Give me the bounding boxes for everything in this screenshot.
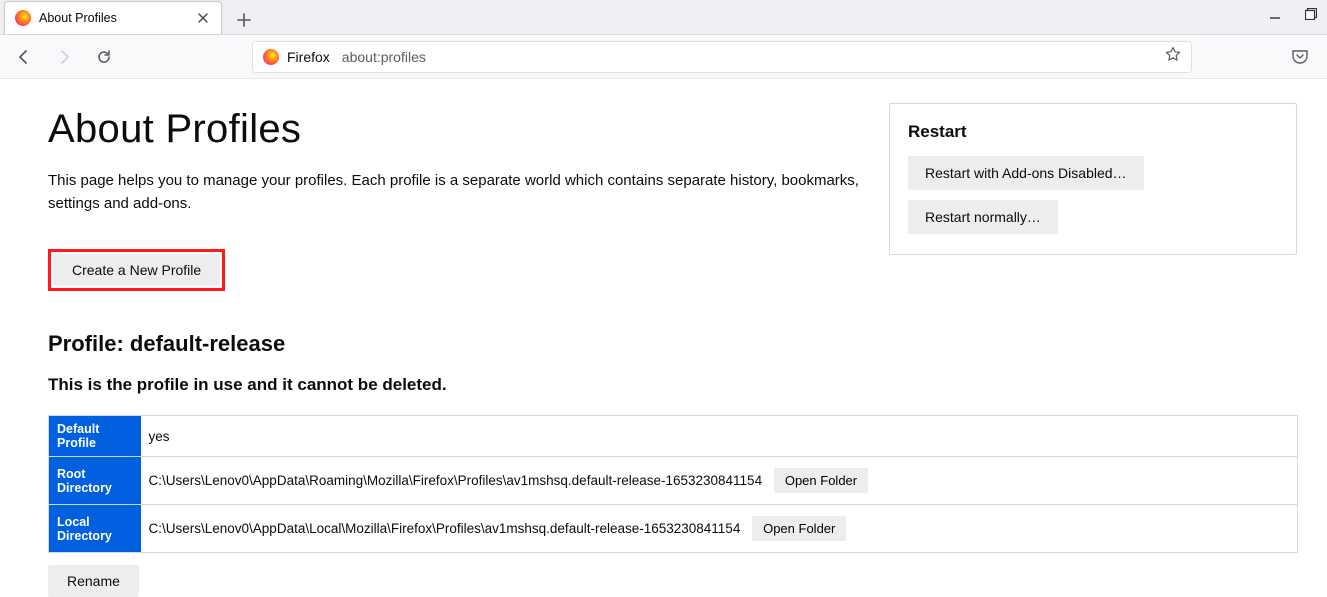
open-root-folder-button[interactable]: Open Folder bbox=[774, 468, 868, 493]
page-content: About Profiles This page helps you to ma… bbox=[0, 79, 1327, 597]
local-directory-label: Local Directory bbox=[49, 505, 141, 553]
restart-panel: Restart Restart with Add-ons Disabled… R… bbox=[889, 103, 1297, 255]
tab-bar: About Profiles bbox=[0, 0, 1327, 35]
back-button[interactable] bbox=[10, 43, 38, 71]
restart-normally-button[interactable]: Restart normally… bbox=[908, 200, 1058, 234]
restore-icon[interactable] bbox=[1303, 6, 1319, 22]
default-profile-value: yes bbox=[141, 416, 1298, 457]
toolbar: Firefox bbox=[0, 35, 1327, 79]
create-profile-highlight: Create a New Profile bbox=[48, 249, 225, 291]
table-row: Local Directory C:\Users\Lenov0\AppData\… bbox=[49, 505, 1298, 553]
firefox-icon bbox=[15, 10, 31, 26]
create-profile-button[interactable]: Create a New Profile bbox=[53, 254, 220, 286]
window-controls bbox=[1267, 6, 1319, 22]
url-bar[interactable]: Firefox bbox=[252, 41, 1192, 73]
restart-heading: Restart bbox=[908, 122, 1278, 142]
table-row: Default Profile yes bbox=[49, 416, 1298, 457]
minimize-icon[interactable] bbox=[1267, 6, 1283, 22]
profile-in-use-text: This is the profile in use and it cannot… bbox=[48, 375, 1327, 395]
reload-button[interactable] bbox=[90, 43, 118, 71]
profile-name: default-release bbox=[130, 331, 285, 356]
profile-heading: Profile: default-release bbox=[48, 331, 1327, 357]
bookmark-star-icon[interactable] bbox=[1165, 46, 1181, 67]
url-brand: Firefox bbox=[287, 49, 330, 65]
root-directory-value: C:\Users\Lenov0\AppData\Roaming\Mozilla\… bbox=[149, 473, 763, 488]
close-icon[interactable] bbox=[195, 10, 211, 26]
pocket-icon[interactable] bbox=[1291, 48, 1309, 66]
forward-button[interactable] bbox=[50, 43, 78, 71]
firefox-icon bbox=[263, 49, 279, 65]
restart-addons-disabled-button[interactable]: Restart with Add-ons Disabled… bbox=[908, 156, 1144, 190]
root-directory-label: Root Directory bbox=[49, 457, 141, 505]
profile-label-prefix: Profile: bbox=[48, 331, 130, 356]
browser-tab[interactable]: About Profiles bbox=[4, 1, 222, 34]
open-local-folder-button[interactable]: Open Folder bbox=[752, 516, 846, 541]
rename-button[interactable]: Rename bbox=[48, 565, 139, 597]
address-input[interactable] bbox=[342, 49, 1157, 65]
page-description: This page helps you to manage your profi… bbox=[48, 170, 868, 215]
new-tab-button[interactable] bbox=[230, 6, 258, 34]
local-directory-value: C:\Users\Lenov0\AppData\Local\Mozilla\Fi… bbox=[149, 521, 741, 536]
table-row: Root Directory C:\Users\Lenov0\AppData\R… bbox=[49, 457, 1298, 505]
tab-title: About Profiles bbox=[39, 11, 195, 25]
default-profile-label: Default Profile bbox=[49, 416, 141, 457]
profile-table: Default Profile yes Root Directory C:\Us… bbox=[48, 415, 1298, 553]
